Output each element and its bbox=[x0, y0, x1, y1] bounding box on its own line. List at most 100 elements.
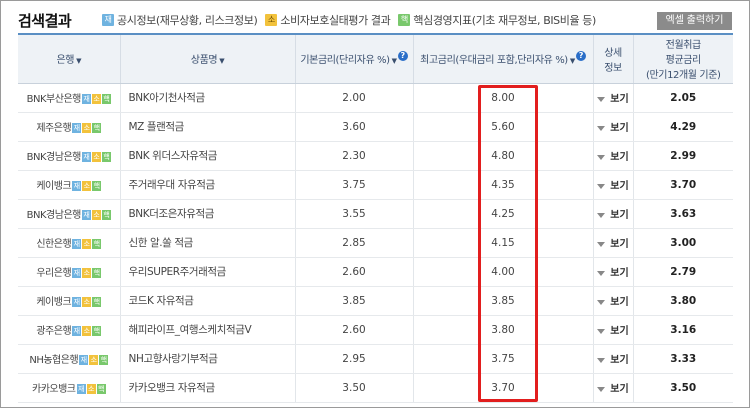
key-indicator-badge-icon[interactable]: 핵 bbox=[92, 268, 102, 278]
key-indicator-badge-icon[interactable]: 핵 bbox=[92, 326, 102, 336]
consumer-badge-icon[interactable]: 소 bbox=[82, 326, 92, 336]
key-indicator-badge-icon[interactable]: 핵 bbox=[101, 210, 111, 220]
base-rate-cell: 3.60 bbox=[295, 112, 414, 142]
base-rate-cell: 2.60 bbox=[295, 315, 414, 345]
column-header-max-rate[interactable]: 최고금리(우대금리 포함,단리자유 %) ▼? bbox=[413, 35, 594, 84]
table-row: 케이뱅크 재 소 핵 주거래우대 자유적금 3.75 4.35 보기 3.70 bbox=[18, 170, 733, 200]
detail-view-button[interactable]: 보기 bbox=[593, 286, 634, 316]
consumer-badge-icon[interactable]: 소 bbox=[82, 181, 92, 191]
key-indicator-badge-icon[interactable]: 핵 bbox=[92, 297, 102, 307]
detail-view-button[interactable]: 보기 bbox=[593, 170, 634, 200]
disclosure-badge-icon[interactable]: 재 bbox=[72, 181, 82, 191]
disclosure-badge-icon[interactable]: 재 bbox=[72, 326, 82, 336]
sort-down-icon: ▼ bbox=[569, 57, 575, 66]
table-row: 제주은행 재 소 핵 MZ 플랜적금 3.60 5.60 보기 4.29 bbox=[18, 112, 733, 142]
legend-item-key-indicators: 핵 핵심경영지표(기초 재무정보, BIS비율 등) bbox=[398, 12, 596, 28]
disclosure-badge-icon[interactable]: 재 bbox=[81, 210, 91, 220]
key-indicator-badge-icon[interactable]: 핵 bbox=[96, 384, 106, 394]
product-name: 코드K 자유적금 bbox=[120, 286, 296, 316]
detail-view-button[interactable]: 보기 bbox=[593, 228, 634, 258]
dropdown-arrow-icon bbox=[597, 154, 606, 160]
disclosure-badge-icon[interactable]: 재 bbox=[72, 268, 82, 278]
base-rate-cell: 2.60 bbox=[295, 257, 414, 287]
product-name: 주거래우대 자유적금 bbox=[120, 170, 296, 200]
base-rate-cell: 3.85 bbox=[295, 286, 414, 316]
legend-label: 소비자보호실태평가 결과 bbox=[280, 14, 391, 27]
bank-name: NH농협은행 bbox=[29, 355, 79, 366]
product-name: 신한 알.쏠 적금 bbox=[120, 228, 296, 258]
detail-view-button[interactable]: 보기 bbox=[593, 257, 634, 287]
sort-down-icon: ▼ bbox=[76, 57, 82, 66]
disclosure-badge-icon[interactable]: 재 bbox=[72, 297, 82, 307]
legend-label: 핵심경영지표(기초 재무정보, BIS비율 등) bbox=[413, 14, 596, 27]
dropdown-arrow-icon bbox=[597, 183, 606, 189]
disclosure-badge-icon[interactable]: 재 bbox=[79, 355, 89, 365]
consumer-badge-icon[interactable]: 소 bbox=[86, 384, 96, 394]
dropdown-arrow-icon bbox=[597, 299, 606, 305]
page-title: 검색결과 bbox=[18, 12, 72, 30]
consumer-badge-icon[interactable]: 소 bbox=[91, 152, 101, 162]
table-row: BNK부산은행 재 소 핵 BNK아기천사적금 2.00 8.00 보기 2.05 bbox=[18, 83, 733, 113]
detail-view-button[interactable]: 보기 bbox=[593, 344, 634, 374]
detail-view-button[interactable]: 보기 bbox=[593, 315, 634, 345]
disclosure-badge-icon[interactable]: 재 bbox=[76, 384, 86, 394]
dropdown-arrow-icon bbox=[597, 270, 606, 276]
detail-view-button[interactable]: 보기 bbox=[593, 141, 634, 171]
key-indicator-badge-icon[interactable]: 핵 bbox=[101, 152, 111, 162]
avg-rate-cell: 3.70 bbox=[633, 170, 733, 200]
consumer-badge-icon: 소 bbox=[265, 14, 278, 26]
bank-cell: 제주은행 재 소 핵 bbox=[18, 112, 121, 142]
avg-rate-cell: 3.33 bbox=[633, 344, 733, 374]
table-row: 케이뱅크 재 소 핵 코드K 자유적금 3.85 3.85 보기 3.80 bbox=[18, 286, 733, 316]
bank-name: 우리은행 bbox=[36, 268, 72, 279]
help-icon[interactable]: ? bbox=[397, 51, 408, 62]
consumer-badge-icon[interactable]: 소 bbox=[82, 297, 92, 307]
product-name: BNK아기천사적금 bbox=[120, 83, 296, 113]
avg-rate-cell: 3.63 bbox=[633, 199, 733, 229]
consumer-badge-icon[interactable]: 소 bbox=[82, 123, 92, 133]
dropdown-arrow-icon bbox=[597, 212, 606, 218]
detail-view-button[interactable]: 보기 bbox=[593, 83, 634, 113]
table-row: BNK경남은행 재 소 핵 BNK 위더스자유적금 2.30 4.80 보기 2.99 bbox=[18, 141, 733, 171]
disclosure-badge-icon[interactable]: 재 bbox=[81, 94, 91, 104]
product-name: NH고향사랑기부적금 bbox=[120, 344, 296, 374]
bank-name: BNK경남은행 bbox=[26, 152, 82, 163]
key-indicator-badge-icon[interactable]: 핵 bbox=[99, 355, 109, 365]
table-row: 광주은행 재 소 핵 해피라이프_여행스케치적금V 2.60 3.80 보기 3.16 bbox=[18, 315, 733, 345]
bank-name: 광주은행 bbox=[36, 326, 72, 337]
consumer-badge-icon[interactable]: 소 bbox=[82, 239, 92, 249]
disclosure-badge-icon[interactable]: 재 bbox=[72, 123, 82, 133]
legend-item-disclosure: 재 공시정보(재무상황, 리스크정보) bbox=[102, 12, 258, 28]
column-header-base-rate[interactable]: 기본금리(단리자유 %) ▼? bbox=[295, 35, 414, 84]
legend-item-consumer: 소 소비자보호실태평가 결과 bbox=[265, 12, 391, 28]
disclosure-badge-icon[interactable]: 재 bbox=[72, 239, 82, 249]
base-rate-cell: 3.50 bbox=[295, 373, 414, 403]
base-rate-cell: 2.00 bbox=[295, 83, 414, 113]
detail-view-button[interactable]: 보기 bbox=[593, 112, 634, 142]
consumer-badge-icon[interactable]: 소 bbox=[91, 94, 101, 104]
dropdown-arrow-icon bbox=[597, 241, 606, 247]
column-header-detail: 상세 정보 bbox=[593, 35, 634, 84]
key-indicator-badge-icon[interactable]: 핵 bbox=[92, 239, 102, 249]
bank-name: 카카오뱅크 bbox=[32, 384, 76, 395]
consumer-badge-icon[interactable]: 소 bbox=[82, 268, 92, 278]
consumer-badge-icon[interactable]: 소 bbox=[89, 355, 99, 365]
key-indicator-badge-icon[interactable]: 핵 bbox=[92, 181, 102, 191]
avg-rate-cell: 3.80 bbox=[633, 286, 733, 316]
column-header-product[interactable]: 상품명 ▼ bbox=[120, 35, 296, 84]
help-icon[interactable]: ? bbox=[575, 51, 586, 62]
consumer-badge-icon[interactable]: 소 bbox=[91, 210, 101, 220]
detail-view-button[interactable]: 보기 bbox=[593, 373, 634, 403]
column-header-bank[interactable]: 은행 ▼ bbox=[18, 35, 121, 84]
key-indicator-badge-icon[interactable]: 핵 bbox=[101, 94, 111, 104]
key-indicator-badge-icon[interactable]: 핵 bbox=[92, 123, 102, 133]
legend: 재 공시정보(재무상황, 리스크정보) 소 소비자보호실태평가 결과 핵 핵심경… bbox=[102, 12, 604, 28]
highlight-box bbox=[478, 85, 538, 402]
avg-rate-cell: 2.99 bbox=[633, 141, 733, 171]
detail-view-button[interactable]: 보기 bbox=[593, 199, 634, 229]
excel-export-button[interactable]: 엑셀 출력하기 bbox=[657, 12, 732, 30]
table-row: 카카오뱅크 재 소 핵 카카오뱅크 자유적금 3.50 3.70 보기 3.50 bbox=[18, 373, 733, 403]
dropdown-arrow-icon bbox=[597, 125, 606, 131]
disclosure-badge-icon[interactable]: 재 bbox=[81, 152, 91, 162]
table-row: 우리은행 재 소 핵 우리SUPER주거래적금 2.60 4.00 보기 2.79 bbox=[18, 257, 733, 287]
